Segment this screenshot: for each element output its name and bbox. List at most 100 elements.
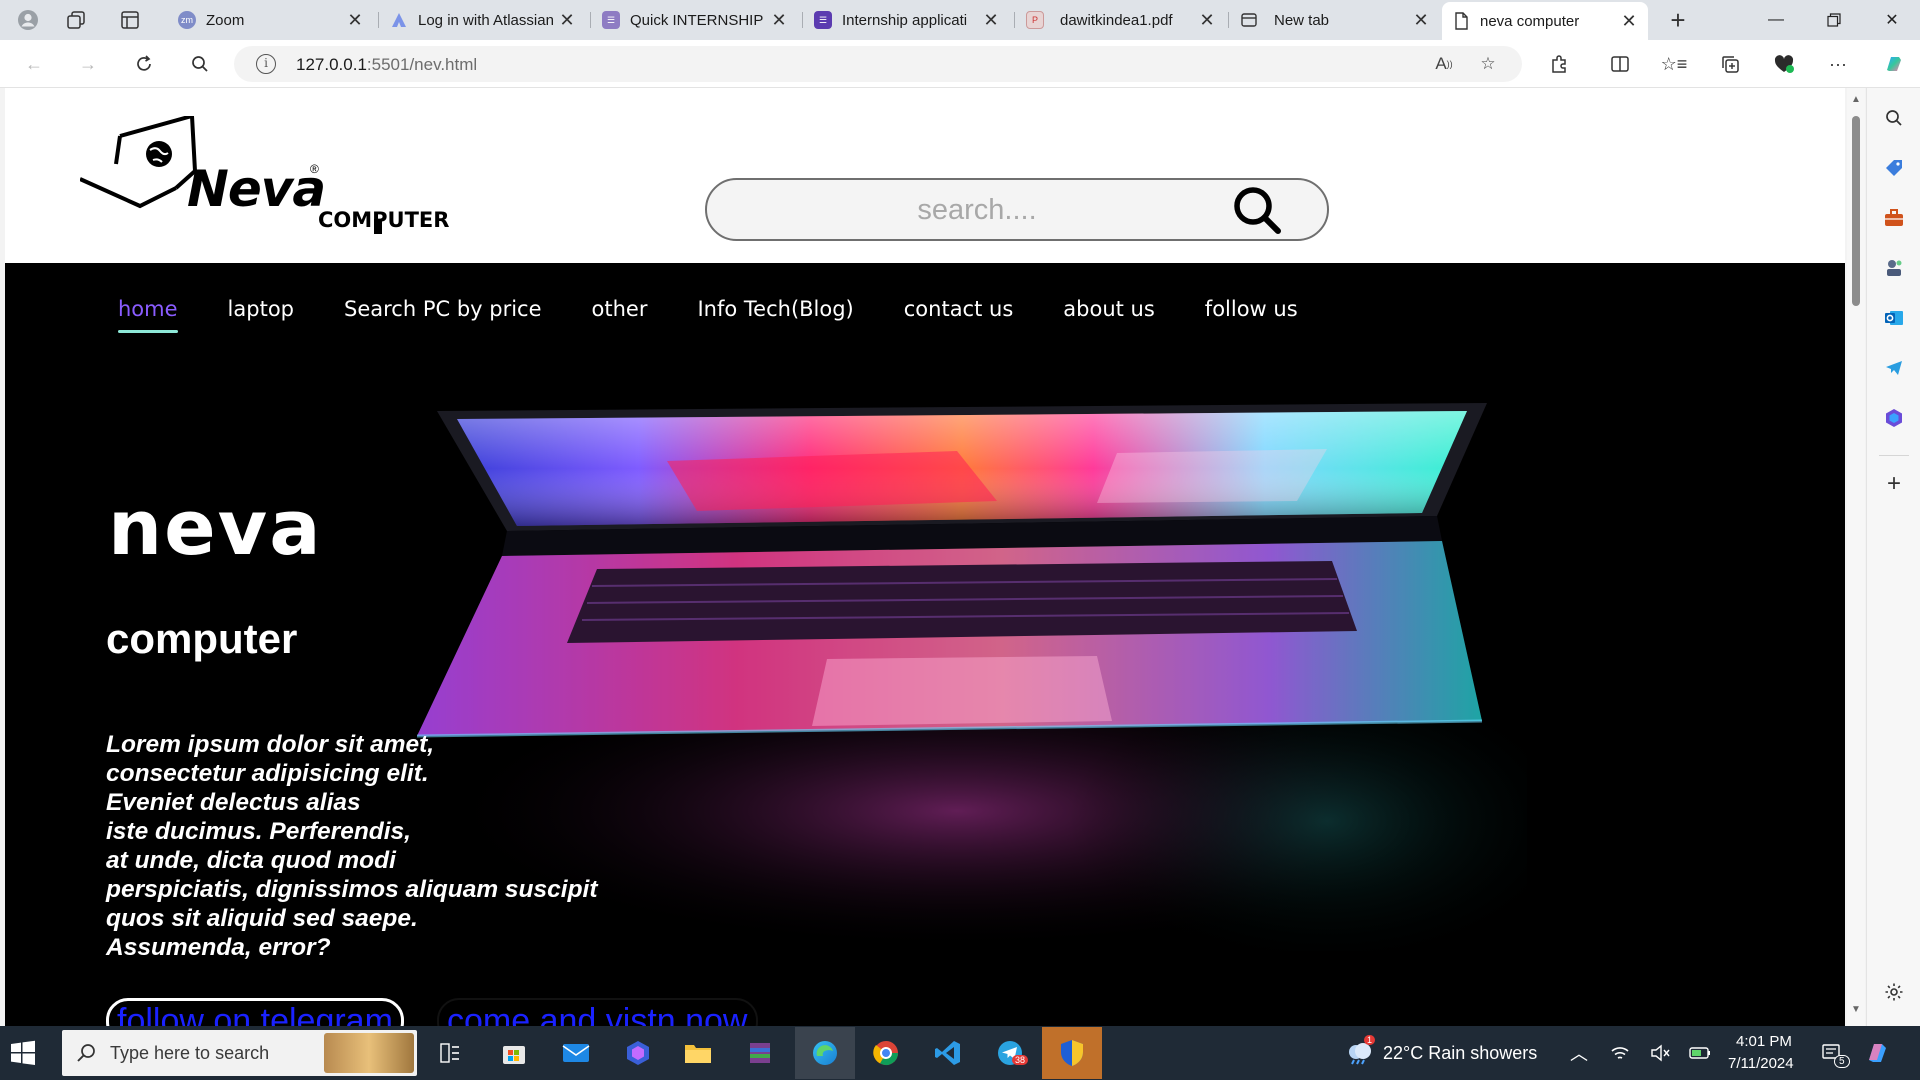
- browser-tab[interactable]: P dawitkindea1.pdf ✕: [1016, 2, 1226, 38]
- new-tab-plus-icon[interactable]: +: [1662, 5, 1694, 35]
- copilot-app-icon[interactable]: [618, 1033, 658, 1073]
- zoom-icon: zm: [178, 11, 196, 29]
- site-header: Neva ® COMPUTER: [5, 88, 1845, 263]
- browser-tab[interactable]: Log in with Atlassian ✕: [380, 2, 586, 38]
- browser-tab[interactable]: zm Zoom ✕: [168, 2, 374, 38]
- hero-text-line: iste ducimus. Perferendis,: [106, 818, 411, 845]
- nav-laptop[interactable]: laptop: [228, 297, 294, 321]
- edge-browser-icon[interactable]: [805, 1033, 845, 1073]
- vscode-icon[interactable]: [928, 1033, 968, 1073]
- nav-info-tech-blog[interactable]: Info Tech(Blog): [697, 297, 853, 321]
- copilot-icon[interactable]: [1878, 49, 1910, 79]
- back-arrow-icon[interactable]: ←: [18, 49, 50, 79]
- tab-close-icon[interactable]: ✕: [1198, 10, 1216, 31]
- follow-telegram-button[interactable]: follow on telegram: [106, 998, 404, 1026]
- read-aloud-icon[interactable]: A)): [1430, 51, 1458, 77]
- telegram-send-icon[interactable]: [1880, 354, 1908, 382]
- nav-contact-us[interactable]: contact us: [904, 297, 1014, 321]
- site-search-button[interactable]: [1229, 184, 1287, 236]
- m365-icon[interactable]: [1880, 404, 1908, 432]
- tab-close-icon[interactable]: ✕: [982, 10, 1000, 31]
- search-icon[interactable]: [184, 49, 216, 79]
- hero-text-line: consectetur adipisicing elit.: [106, 760, 429, 787]
- hero-text-line: Eveniet delectus alias: [106, 789, 361, 816]
- scroll-down-arrow-icon[interactable]: ▼: [1851, 1004, 1861, 1015]
- nav-search-pc-by-price[interactable]: Search PC by price: [344, 297, 542, 321]
- forward-arrow-icon[interactable]: →: [72, 49, 104, 79]
- browser-tab[interactable]: ☰ Quick INTERNSHIP ✕: [592, 2, 798, 38]
- weather-badge: 1: [1364, 1035, 1376, 1045]
- telegram-icon[interactable]: 38: [990, 1033, 1030, 1073]
- browser-tab[interactable]: ☰ Internship applicati ✕: [804, 2, 1010, 38]
- close-window-icon[interactable]: ✕: [1864, 0, 1920, 40]
- browser-tab-active[interactable]: neva computer ✕: [1442, 2, 1648, 40]
- tab-separator: [1014, 12, 1015, 28]
- windows-start-icon[interactable]: [10, 1040, 36, 1066]
- microsoft-store-icon[interactable]: [494, 1033, 534, 1073]
- profile-icon[interactable]: [12, 5, 44, 35]
- volume-muted-icon[interactable]: [1640, 1033, 1680, 1073]
- shopping-tag-icon[interactable]: [1880, 154, 1908, 182]
- collections-icon[interactable]: [1714, 49, 1746, 79]
- tools-briefcase-icon[interactable]: [1880, 204, 1908, 232]
- site-info-icon[interactable]: i: [256, 54, 276, 74]
- weather-text[interactable]: 22°C Rain showers: [1383, 1043, 1537, 1064]
- tab-close-icon[interactable]: ✕: [1620, 11, 1638, 32]
- more-options-icon[interactable]: ···: [1822, 49, 1854, 79]
- favorites-icon[interactable]: ☆≡: [1658, 49, 1690, 79]
- nav-follow-us[interactable]: follow us: [1205, 297, 1298, 321]
- chrome-icon[interactable]: [866, 1033, 906, 1073]
- tab-title: Log in with Atlassian: [418, 11, 554, 29]
- scrollbar-thumb[interactable]: [1852, 116, 1860, 306]
- page-viewport: Neva ® COMPUTER search.... home laptop S…: [5, 88, 1845, 1026]
- notification-count-badge: 5: [1834, 1055, 1850, 1068]
- logo-registered-mark: ®: [310, 162, 319, 176]
- tab-close-icon[interactable]: ✕: [1412, 10, 1430, 31]
- wifi-icon[interactable]: [1600, 1033, 1640, 1073]
- address-url[interactable]: 127.0.0.1:5501/nev.html: [296, 55, 477, 75]
- workspaces-icon[interactable]: [60, 5, 92, 35]
- refresh-icon[interactable]: [128, 49, 160, 79]
- tab-close-icon[interactable]: ✕: [770, 10, 788, 31]
- sidebar-settings-gear-icon[interactable]: [1880, 978, 1908, 1006]
- nav-home[interactable]: home: [118, 297, 178, 333]
- tab-close-icon[interactable]: ✕: [346, 10, 364, 31]
- scroll-up-arrow-icon[interactable]: ▲: [1851, 94, 1861, 105]
- tray-overflow-chevron-icon[interactable]: ︿: [1570, 1040, 1588, 1066]
- split-screen-icon[interactable]: [1604, 49, 1636, 79]
- file-explorer-icon[interactable]: [678, 1033, 718, 1073]
- mail-icon[interactable]: [556, 1033, 596, 1073]
- sidebar-search-icon[interactable]: [1880, 104, 1908, 132]
- page-scrollbar[interactable]: ▲ ▼: [1847, 88, 1865, 1026]
- weather-rain-icon[interactable]: 1: [1340, 1033, 1380, 1073]
- browser-essentials-icon[interactable]: [1768, 49, 1800, 79]
- extensions-icon[interactable]: [1543, 49, 1575, 79]
- tab-title: New tab: [1274, 11, 1330, 29]
- battery-icon[interactable]: [1680, 1033, 1720, 1073]
- address-bar[interactable]: i 127.0.0.1:5501/nev.html A)) ☆: [234, 46, 1522, 82]
- restore-icon[interactable]: [1806, 0, 1862, 40]
- security-shield-icon[interactable]: [1052, 1033, 1092, 1073]
- task-view-icon[interactable]: [430, 1033, 470, 1073]
- notifications-icon[interactable]: 5: [1812, 1033, 1852, 1073]
- taskbar-search-box[interactable]: Type here to search: [62, 1030, 417, 1076]
- browser-tab[interactable]: New tab ✕: [1230, 2, 1440, 38]
- add-sidebar-app-plus-icon[interactable]: +: [1880, 470, 1908, 498]
- vertical-tabs-icon[interactable]: [114, 5, 146, 35]
- come-visit-button[interactable]: come and vistn now: [437, 998, 758, 1026]
- winrar-icon[interactable]: [740, 1033, 780, 1073]
- nav-about-us[interactable]: about us: [1063, 297, 1155, 321]
- favorite-star-icon[interactable]: ☆: [1474, 51, 1502, 77]
- neva-computer-logo[interactable]: Neva ® COMPUTER: [80, 116, 460, 234]
- copilot-tray-icon[interactable]: [1858, 1033, 1898, 1073]
- tab-close-icon[interactable]: ✕: [558, 10, 576, 31]
- outlook-icon[interactable]: [1880, 304, 1908, 332]
- search-highlight-image: [324, 1033, 414, 1073]
- clock-time[interactable]: 4:01 PM: [1736, 1033, 1792, 1050]
- games-icon[interactable]: [1880, 254, 1908, 282]
- tab-strip: zm Zoom ✕ Log in with Atlassian ✕ ☰ Quic…: [0, 0, 1920, 40]
- minimize-icon[interactable]: —: [1748, 0, 1804, 40]
- clock-date[interactable]: 7/11/2024: [1728, 1055, 1794, 1072]
- site-search-input[interactable]: [737, 188, 1217, 232]
- nav-other[interactable]: other: [592, 297, 648, 321]
